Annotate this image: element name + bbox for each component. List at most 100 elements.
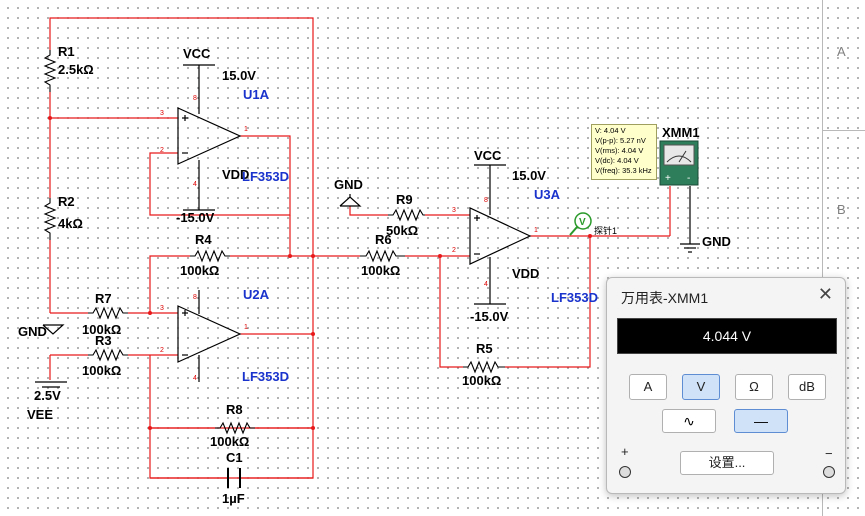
resistor-r6[interactable] [360, 249, 405, 263]
svg-text:-: - [687, 173, 690, 184]
label-u3a: U3A [534, 187, 561, 202]
multimeter-dialog[interactable]: 万用表-XMM1 ✕ 4.044 V A V Ω dB ∿ — + 设置... … [606, 277, 846, 494]
resistor-r2[interactable] [43, 198, 57, 240]
mode-voltmeter-button[interactable]: V [682, 374, 720, 400]
svg-text:3: 3 [160, 110, 164, 117]
gnd-symbol [339, 196, 362, 207]
plus-label: + [621, 444, 629, 459]
mode-ohmmeter-button[interactable]: Ω [735, 374, 773, 400]
close-icon[interactable]: ✕ [818, 284, 833, 305]
settings-button[interactable]: 设置... [680, 451, 774, 475]
pin-numbers: 3 2 1 8 4 3 2 1 8 4 3 2 1 8 4 [160, 95, 538, 382]
junction [311, 332, 315, 336]
svg-text:2: 2 [160, 347, 164, 354]
opamp-u2a[interactable] [177, 305, 242, 363]
resistor-r4[interactable] [190, 249, 230, 263]
value-vdd-u3: -15.0V [470, 309, 509, 324]
label-vcc: VCC [183, 46, 211, 61]
svg-text:1: 1 [534, 227, 538, 234]
minus-terminal-icon[interactable] [823, 466, 835, 478]
wire[interactable] [439, 256, 463, 368]
resistor-r5[interactable] [463, 360, 505, 374]
svg-text:1: 1 [244, 126, 248, 133]
label-vdd-u3: VDD [512, 266, 539, 281]
label-r1: R1 [58, 44, 75, 59]
wires [49, 17, 671, 479]
label-r7: R7 [95, 291, 112, 306]
mode-db-button[interactable]: dB [788, 374, 826, 400]
junction [48, 116, 52, 120]
value-vdd: -15.0V [176, 210, 215, 225]
svg-text:3: 3 [452, 207, 456, 214]
ac-button[interactable]: ∿ [662, 409, 716, 433]
value-r1: 2.5kΩ [58, 62, 94, 77]
resistor-r7[interactable] [88, 306, 128, 320]
label-probe: 探针1 [594, 225, 617, 236]
part-u3a: LF353D [551, 290, 598, 305]
probe-line: V(rms): 4.04 V [595, 146, 644, 155]
plus-terminal-icon[interactable] [619, 466, 631, 478]
value-vee: 2.5V [34, 388, 61, 403]
wire-top-loop[interactable] [49, 17, 314, 479]
probe-line: V(freq): 35.3 kHz [595, 166, 652, 175]
probe-line: V(p-p): 5.27 nV [595, 136, 646, 145]
multimeter-xmm1-symbol[interactable]: + - [659, 140, 699, 186]
opamp-u1a[interactable] [177, 107, 242, 165]
junction [148, 311, 152, 315]
dialog-title: 万用表-XMM1 [621, 290, 709, 306]
opamp-u3a[interactable] [469, 207, 532, 265]
multimeter-display: 4.044 V [617, 318, 837, 354]
junctions [48, 116, 592, 430]
label-u1a: U1A [243, 87, 270, 102]
mode-buttons: A V Ω dB [629, 374, 826, 400]
svg-text:1: 1 [244, 324, 248, 331]
value-r3: 100kΩ [82, 363, 121, 378]
part-u1a: LF353D [242, 169, 289, 184]
dc-button[interactable]: — [734, 409, 788, 433]
svg-text:8: 8 [193, 294, 197, 301]
junction [148, 426, 152, 430]
label-vcc-u3: VCC [474, 148, 502, 163]
resistor-r3[interactable] [88, 348, 128, 362]
value-c1: 1µF [222, 491, 245, 506]
svg-text:4: 4 [193, 181, 197, 188]
svg-text:2: 2 [452, 247, 456, 254]
probe-line: V(dc): 4.04 V [595, 156, 639, 165]
value-r5: 100kΩ [462, 373, 501, 388]
probe-readout: V: 4.04 V V(p-p): 5.27 nV V(rms): 4.04 V… [591, 124, 657, 180]
svg-text:3: 3 [160, 305, 164, 312]
label-r4: R4 [195, 232, 212, 247]
resistor-r1[interactable] [43, 50, 57, 92]
svg-text:8: 8 [193, 95, 197, 102]
mode-ammeter-button[interactable]: A [629, 374, 667, 400]
label-u2a: U2A [243, 287, 270, 302]
svg-text:4: 4 [193, 375, 197, 382]
svg-text:2: 2 [160, 147, 164, 154]
label-gnd: GND [18, 324, 47, 339]
label-r5: R5 [476, 341, 493, 356]
label-xmm1: XMM1 [662, 125, 700, 140]
junction [588, 234, 592, 238]
resistor-r9[interactable] [388, 208, 425, 222]
junction [311, 426, 315, 430]
svg-text:8: 8 [484, 197, 488, 204]
label-gnd-r9: GND [334, 177, 363, 192]
svg-text:+: + [665, 173, 671, 184]
part-u2a: LF353D [242, 369, 289, 384]
probe-icon[interactable]: V [569, 212, 592, 236]
value-r8: 100kΩ [210, 434, 249, 449]
svg-text:4: 4 [484, 281, 488, 288]
label-r3: R3 [95, 333, 112, 348]
label-vee: VEE [27, 407, 53, 422]
label-r6: R6 [375, 232, 392, 247]
junction [288, 254, 292, 258]
minus-label: − [825, 446, 833, 461]
value-r4: 100kΩ [180, 263, 219, 278]
value-vcc: 15.0V [222, 68, 256, 83]
junction [438, 254, 442, 258]
label-gnd-xmm: GND [702, 234, 731, 249]
wire[interactable] [349, 206, 388, 216]
label-r2: R2 [58, 194, 75, 209]
junction [311, 254, 315, 258]
label-r9: R9 [396, 192, 413, 207]
